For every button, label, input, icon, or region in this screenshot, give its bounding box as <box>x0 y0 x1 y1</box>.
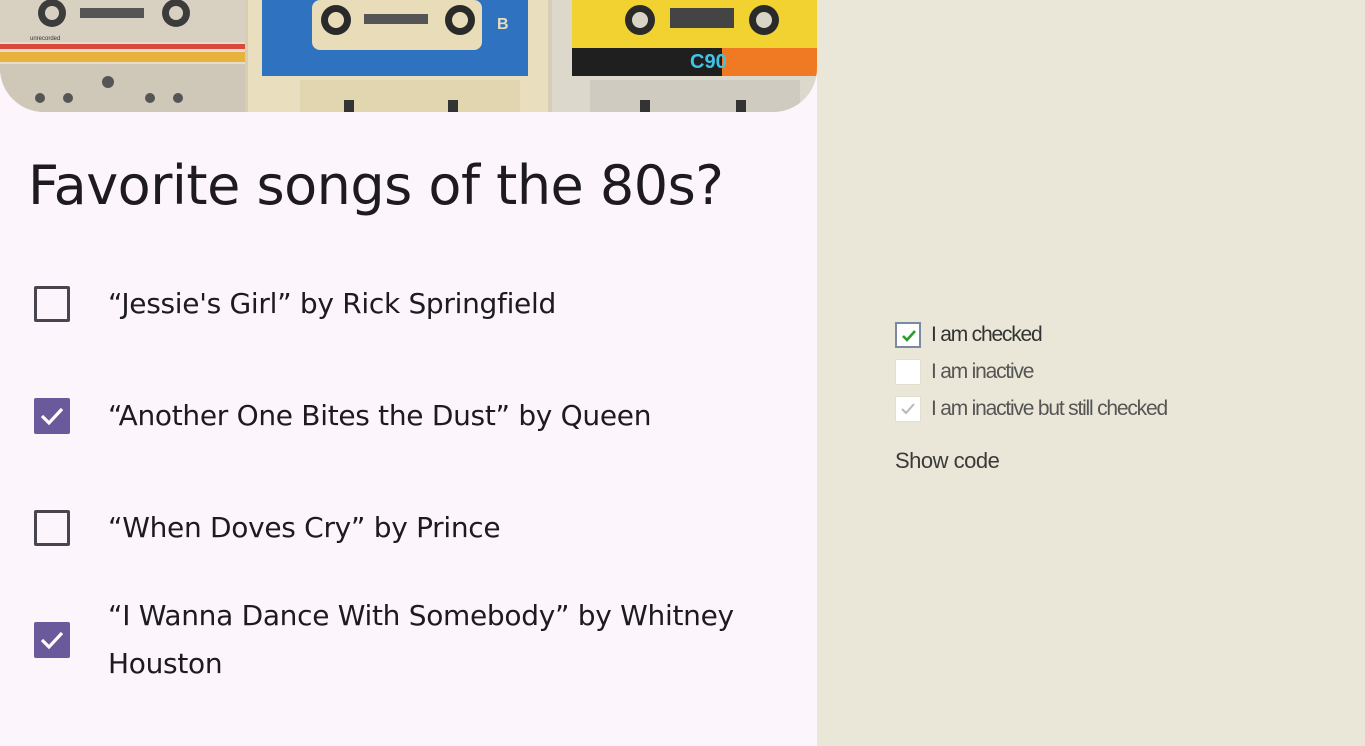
song-label: “Another One Bites the Dust” by Queen <box>108 399 652 432</box>
song-label: “I Wanna Dance With Somebody” by Whitney… <box>108 599 734 680</box>
checkmark-icon <box>901 403 915 415</box>
list-item[interactable]: “Jessie's Girl” by Rick Springfield <box>0 280 817 328</box>
list-item[interactable]: “I Wanna Dance With Somebody” by Whitney… <box>0 592 817 688</box>
classic-checkbox-label: I am checked <box>931 323 1043 346</box>
cassette-label-text: B <box>497 16 509 33</box>
song-checkbox[interactable] <box>34 286 70 322</box>
classic-checkbox-row: I am inactive but still checked <box>895 394 1255 424</box>
classic-checkbox-label: I am inactive <box>931 360 1034 383</box>
cassette-illustration: unrecorded B C90 <box>0 0 817 112</box>
form-card: unrecorded B C90 Favorite songs of the 8… <box>0 0 817 746</box>
cassette-label-text: unrecorded <box>30 36 60 42</box>
classic-checkbox[interactable] <box>895 322 921 348</box>
song-checkbox[interactable] <box>34 622 70 658</box>
checkmark-icon <box>40 407 64 426</box>
song-checkbox[interactable] <box>34 398 70 434</box>
song-label: “When Doves Cry” by Prince <box>108 511 501 544</box>
classic-checkbox <box>895 359 921 385</box>
classic-checkbox-row: I am inactive <box>895 357 1255 387</box>
checkmark-icon <box>902 330 916 342</box>
list-item[interactable]: “Another One Bites the Dust” by Queen <box>0 392 817 440</box>
cassette-label-text: C90 <box>690 51 727 73</box>
page-title: Favorite songs of the 80s? <box>28 154 724 217</box>
list-item[interactable]: “When Doves Cry” by Prince <box>0 504 817 552</box>
classic-checkbox <box>895 396 921 422</box>
checkmark-icon <box>40 631 64 650</box>
cassette-header-image: unrecorded B C90 <box>0 0 817 112</box>
classic-checkbox-row[interactable]: I am checked <box>895 320 1255 350</box>
show-code-link[interactable]: Show code <box>895 446 1000 476</box>
song-checkbox[interactable] <box>34 510 70 546</box>
song-label: “Jessie's Girl” by Rick Springfield <box>108 287 556 320</box>
classic-checkbox-label: I am inactive but still checked <box>931 397 1168 420</box>
